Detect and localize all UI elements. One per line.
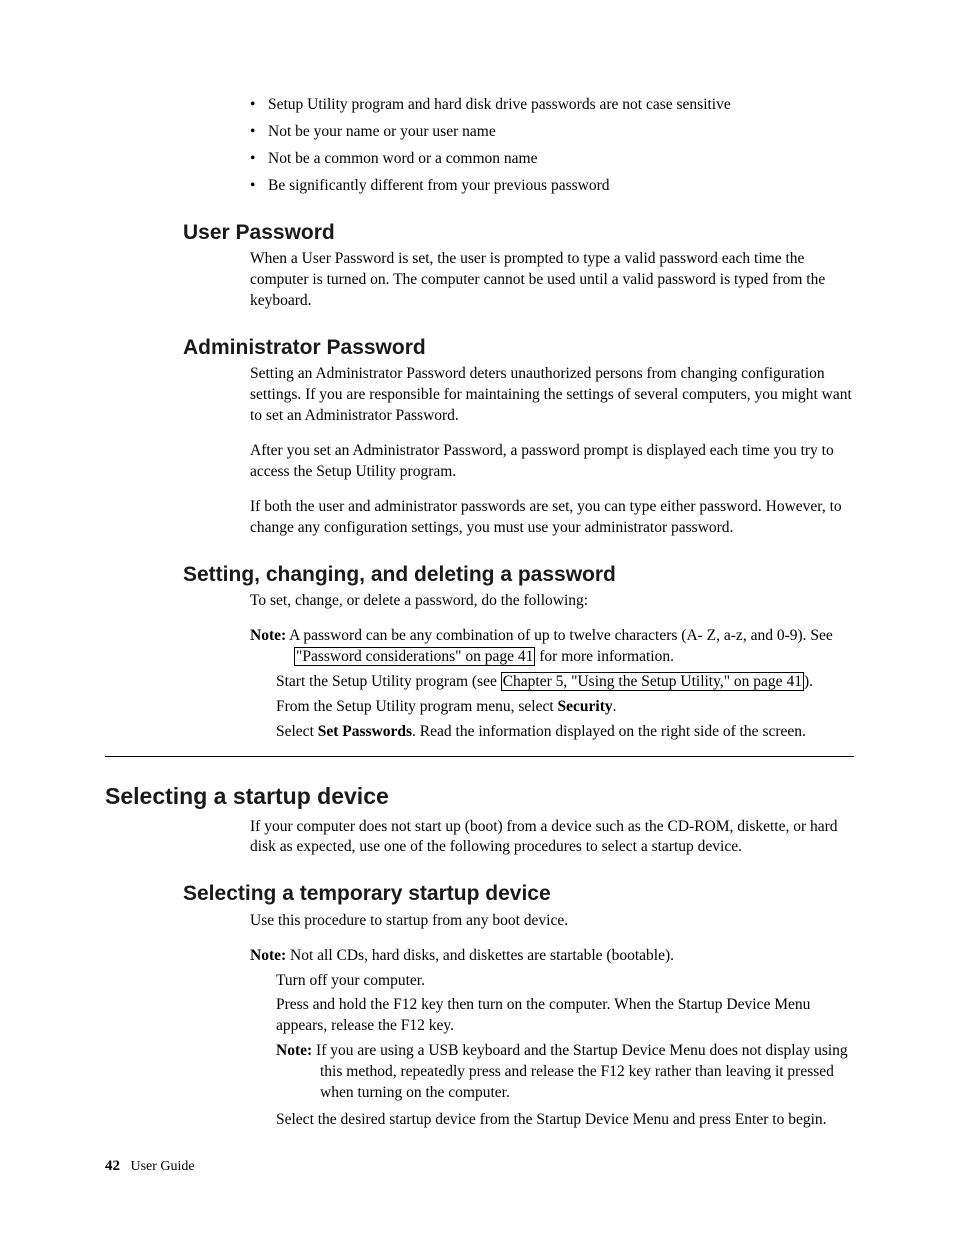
- user-password-body: When a User Password is set, the user is…: [250, 249, 854, 312]
- body-text: Use this procedure to startup from any b…: [250, 911, 854, 932]
- body-text: After you set an Administrator Password,…: [250, 441, 854, 483]
- link-chapter-5[interactable]: Chapter 5, "Using the Setup Utility," on…: [501, 672, 804, 691]
- footer: 42 User Guide: [105, 1156, 195, 1177]
- heading-temp-startup: Selecting a temporary startup device: [183, 880, 854, 908]
- step-text: .: [613, 698, 617, 715]
- heading-admin-password: Administrator Password: [183, 334, 854, 362]
- bullet-item: Not be a common word or a common name: [250, 149, 854, 170]
- password-bullets: Setup Utility program and hard disk driv…: [250, 95, 854, 197]
- step-select-security: From the Setup Utility program menu, sel…: [276, 697, 854, 718]
- temp-startup-body: Use this procedure to startup from any b…: [250, 911, 854, 1131]
- body-text: If your computer does not start up (boot…: [250, 817, 854, 859]
- step-text: ).: [804, 673, 813, 690]
- note: Note: A password can be any combination …: [250, 626, 854, 668]
- note-label: Note:: [250, 947, 286, 964]
- step-turn-off: Turn off your computer.: [276, 971, 854, 992]
- heading-user-password: User Password: [183, 219, 854, 247]
- step-set-passwords: Select Set Passwords. Read the informati…: [276, 722, 854, 743]
- step-text: . Read the information displayed on the …: [412, 723, 806, 740]
- bullet-item: Setup Utility program and hard disk driv…: [250, 95, 854, 116]
- book-title: User Guide: [131, 1159, 195, 1174]
- set-change-body: To set, change, or delete a password, do…: [250, 591, 854, 743]
- note-text: Not all CDs, hard disks, and diskettes a…: [286, 947, 674, 964]
- bold-set-passwords: Set Passwords: [318, 723, 412, 740]
- step-text: Select: [276, 723, 318, 740]
- note-text: If you are using a USB keyboard and the …: [312, 1042, 848, 1101]
- heading-set-change-delete: Setting, changing, and deleting a passwo…: [183, 561, 854, 589]
- bullet-item: Not be your name or your user name: [250, 122, 854, 143]
- note-label: Note:: [276, 1042, 312, 1059]
- body-text: If both the user and administrator passw…: [250, 497, 854, 539]
- body-text: Setting an Administrator Password deters…: [250, 364, 854, 427]
- link-password-considerations[interactable]: "Password considerations" on page 41: [294, 647, 535, 666]
- page: Setup Utility program and hard disk driv…: [0, 0, 954, 1235]
- step-select-device: Select the desired startup device from t…: [276, 1110, 854, 1131]
- admin-password-body: Setting an Administrator Password deters…: [250, 364, 854, 538]
- bold-security: Security: [558, 698, 613, 715]
- body-text: When a User Password is set, the user is…: [250, 249, 854, 312]
- step-press-f12: Press and hold the F12 key then turn on …: [276, 995, 854, 1037]
- note-text: A password can be any combination of up …: [286, 627, 833, 644]
- body-text: To set, change, or delete a password, do…: [250, 591, 854, 612]
- step-text: Start the Setup Utility program (see: [276, 673, 501, 690]
- divider: [105, 756, 854, 757]
- bullet-item: Be significantly different from your pre…: [250, 176, 854, 197]
- heading-selecting-startup: Selecting a startup device: [105, 781, 854, 812]
- note-label: Note:: [250, 627, 286, 644]
- step-start-utility: Start the Setup Utility program (see Cha…: [276, 672, 854, 693]
- step-text: From the Setup Utility program menu, sel…: [276, 698, 558, 715]
- note: Note: Not all CDs, hard disks, and diske…: [250, 946, 854, 967]
- note-text: for more information.: [535, 648, 674, 665]
- page-number: 42: [105, 1158, 120, 1174]
- inner-note: Note: If you are using a USB keyboard an…: [276, 1041, 854, 1104]
- selecting-startup-body: If your computer does not start up (boot…: [250, 817, 854, 859]
